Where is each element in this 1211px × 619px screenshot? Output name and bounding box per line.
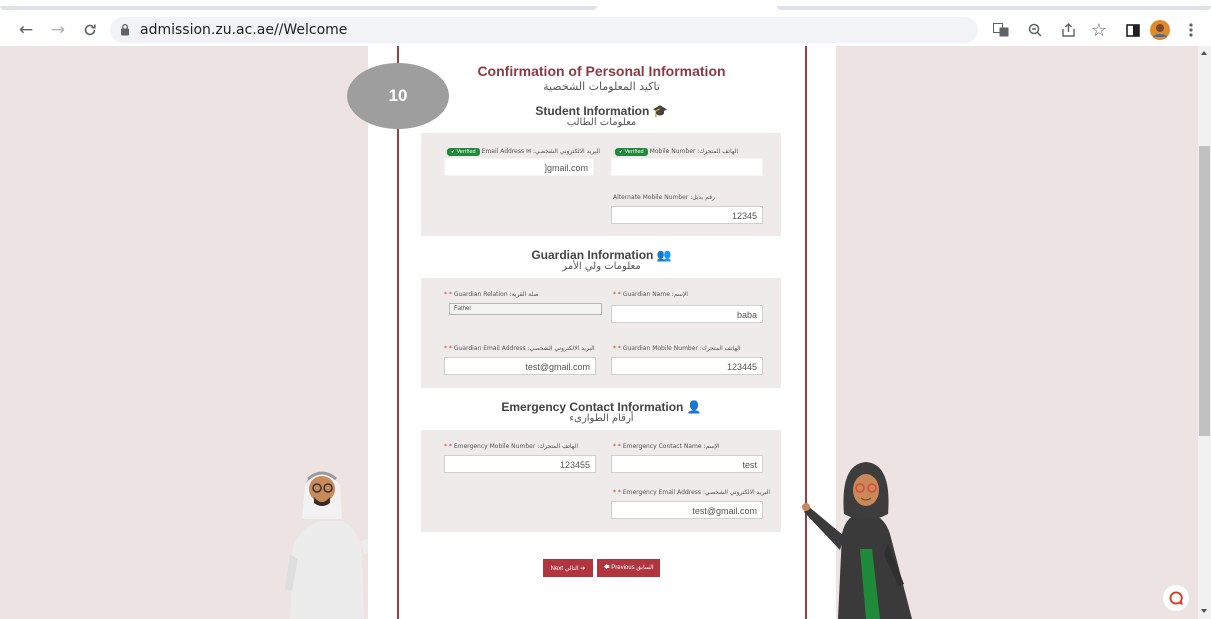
guardian-heading-text: Guardian Information [531,248,654,262]
student-panel: ✔ Verified Email Address ✉ :البريد الالك… [421,133,781,236]
guardian-relation-label: * * Guardian Relation :صلة القربة [444,291,539,298]
vertical-scrollbar[interactable] [1198,46,1211,619]
share-icon[interactable] [1057,19,1079,41]
tab-strip [0,0,1211,14]
tab-line-right [777,6,1211,10]
guardian-email-field[interactable]: test@gmail.com [444,357,596,375]
reload-icon[interactable] [78,18,102,42]
browser-toolbar: ← → admission.zu.ac.ae//Welcome ☆ [0,14,1211,46]
guardian-relation-select[interactable]: Father [449,303,602,315]
student-heading-arabic: معلومات الطالب [566,117,637,128]
profile-avatar[interactable] [1149,19,1171,41]
chat-bubble-icon [1169,591,1183,605]
menu-dots-icon[interactable] [1180,19,1202,41]
mobile-verified-badge: ✔ Verified [615,148,648,156]
contact-person-icon: 👤 [686,400,702,414]
student-mobile-field[interactable] [611,158,763,176]
student-mobile-label: ✔ Verified Mobile Number :الهاتف المتحرك [613,148,738,156]
back-arrow-icon[interactable]: ← [14,18,38,42]
emergency-mobile-field[interactable]: 123455 [444,455,596,473]
emergency-panel: * * Emergency Mobile Number :الهاتف المت… [421,430,781,532]
next-button[interactable]: Next التالي ➔ [543,559,593,577]
translate-icon[interactable] [990,19,1012,41]
student-email-field[interactable]: ]gmail.com [444,158,594,176]
address-bar[interactable]: admission.zu.ac.ae//Welcome [110,17,978,43]
emergency-heading-arabic: أرقام الطوارىء [569,413,634,424]
scroll-down-arrow-icon[interactable] [1201,609,1207,613]
emirati-woman-illustration [802,462,912,619]
guardian-name-label: * * Guardian Name :الإسم [613,291,688,298]
student-section-heading: Student Information 🎓 [420,104,783,118]
page-viewport: 10 Confirmation of Personal Information … [0,46,1198,619]
guardian-email-label: * * Guardian Email Address :البريد الالك… [444,345,595,352]
chat-button[interactable] [1162,584,1190,612]
lock-icon [121,23,129,36]
forward-arrow-icon[interactable]: → [46,18,70,42]
scroll-up-arrow-icon[interactable] [1201,51,1207,55]
emergency-mobile-label: * * Emergency Mobile Number :الهاتف المت… [444,443,578,450]
emergency-email-label: * * Emergency Email Address :البريد الال… [613,489,771,496]
emergency-section-heading: Emergency Contact Information 👤 [420,400,783,414]
zoom-icon[interactable] [1024,19,1046,41]
graduate-icon: 🎓 [652,104,668,118]
scrollbar-thumb[interactable] [1199,146,1210,436]
card-border-left [397,46,399,619]
guardian-mobile-field[interactable]: 123445 [611,357,763,375]
guardian-name-field[interactable]: baba [611,305,763,323]
page-title-arabic: تاكيد المعلومات الشخصية [543,80,660,93]
student-email-label: ✔ Verified Email Address ✉ :البريد الالك… [445,148,600,156]
guardian-mobile-label: * * Guardian Mobile Number :الهاتف المتح… [613,345,741,352]
emergency-heading-text: Emergency Contact Information [501,400,684,414]
url-text: admission.zu.ac.ae//Welcome [140,22,348,38]
student-heading-text: Student Information [535,104,650,118]
alternate-mobile-field[interactable]: 12345 [611,206,763,224]
guardian-heading-arabic: معلومات ولي الأمر [562,261,641,272]
page-title: Confirmation of Personal Information [477,63,726,79]
alternate-mobile-label: Alternate Mobile Number :رقم بديل [613,194,715,201]
emergency-email-field[interactable]: test@gmail.com [611,501,763,519]
emergency-name-field[interactable]: test [611,455,763,473]
bookmark-star-icon[interactable]: ☆ [1088,19,1110,41]
users-icon: 👥 [656,248,672,262]
email-verified-badge: ✔ Verified [447,148,480,156]
tab-line-left [0,6,597,10]
guardian-section-heading: Guardian Information 👥 [420,248,783,262]
guardian-panel: * * Guardian Relation :صلة القربة Father… [421,278,781,388]
previous-button[interactable]: 🡄 Previous السابق [597,559,660,577]
emergency-name-label: * * Emergency Contact Name :الإسم [613,443,720,450]
side-panel-icon[interactable] [1122,19,1144,41]
